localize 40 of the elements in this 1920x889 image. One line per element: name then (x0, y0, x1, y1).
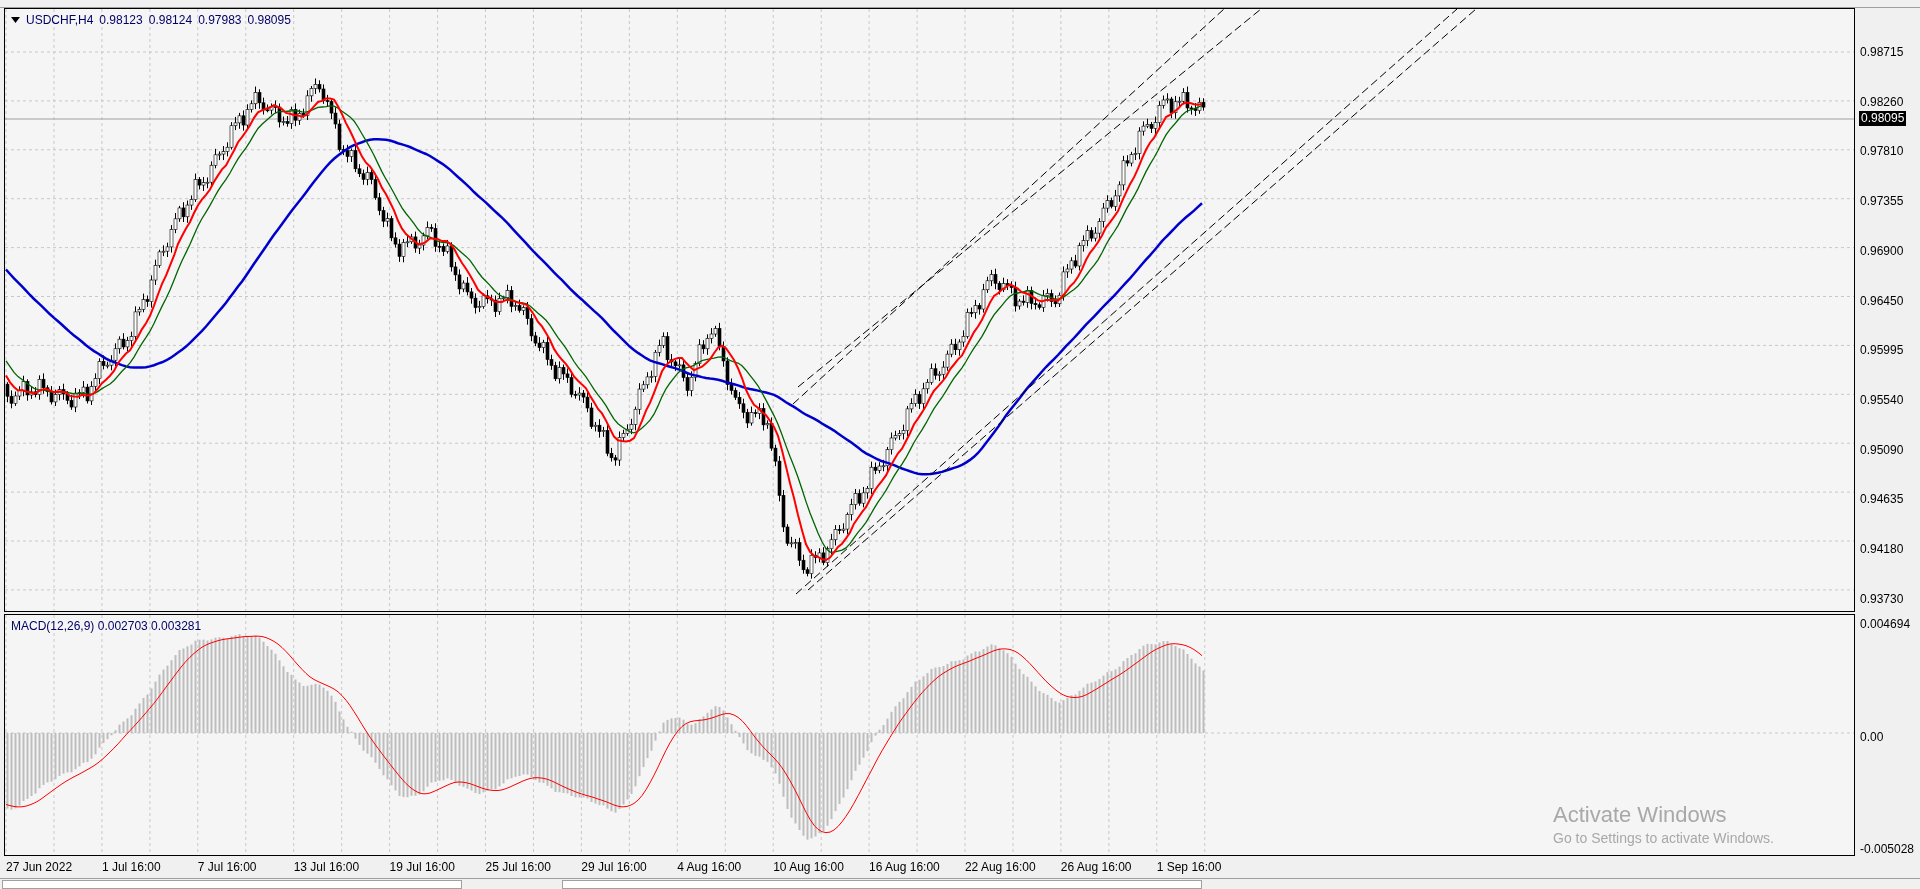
ohlc-value: 0.98123 (99, 12, 143, 29)
price-label: 0.94635 (1860, 492, 1905, 507)
price-label: 0.95090 (1860, 442, 1905, 457)
time-label: 1 Sep 16:00 (1156, 859, 1223, 876)
time-label: 25 Jul 16:00 (485, 859, 552, 876)
dropdown-icon[interactable] (11, 17, 20, 23)
time-label: 10 Aug 16:00 (773, 859, 845, 876)
time-label: 4 Aug 16:00 (677, 859, 743, 876)
price-label: 0.95995 (1860, 343, 1905, 358)
price-label: 0.97810 (1860, 144, 1905, 159)
ohlc-value: 0.97983 (198, 12, 242, 29)
activation-title: Activate Windows (1553, 801, 1728, 829)
price-label: 0.96900 (1860, 243, 1905, 258)
price-label: 0.98260 (1860, 94, 1905, 109)
time-label: 29 Jul 16:00 (581, 859, 648, 876)
price-label: 0.94180 (1860, 542, 1905, 557)
time-label: 7 Jul 16:00 (197, 859, 258, 876)
time-label: 16 Aug 16:00 (869, 859, 941, 876)
activation-text: Go to Settings to activate Windows. (1553, 829, 1774, 847)
price-label: 0.93730 (1860, 591, 1905, 606)
price-label: 0.98715 (1860, 45, 1905, 59)
chart-tab[interactable] (2, 880, 462, 889)
time-label: 27 Jun 2022 (6, 859, 74, 876)
current-price-label: 0.98095 (1859, 111, 1907, 126)
macd-axis-label: 0.00 (1860, 729, 1885, 744)
time-label: 19 Jul 16:00 (389, 859, 456, 876)
time-label: 1 Jul 16:00 (101, 859, 162, 876)
chart-tab[interactable] (562, 880, 1202, 889)
price-label: 0.96450 (1860, 293, 1905, 308)
price-label: 0.97355 (1860, 194, 1905, 209)
chart-symbol: USDCHF,H4 (26, 12, 94, 29)
time-label: 22 Aug 16:00 (964, 859, 1037, 876)
macd-axis-label: 0.004694 (1860, 617, 1912, 631)
price-label: 0.95540 (1860, 393, 1905, 408)
ohlc-value: 0.98124 (148, 12, 193, 29)
indicator-title: MACD(12,26,9) 0.002703 0.003281 (11, 618, 202, 635)
time-label: 26 Aug 16:00 (1060, 859, 1133, 876)
time-label: 13 Jul 16:00 (293, 859, 361, 876)
macd-axis-label: -0.005028 (1860, 842, 1916, 856)
ohlc-value: 0.98095 (247, 12, 291, 29)
